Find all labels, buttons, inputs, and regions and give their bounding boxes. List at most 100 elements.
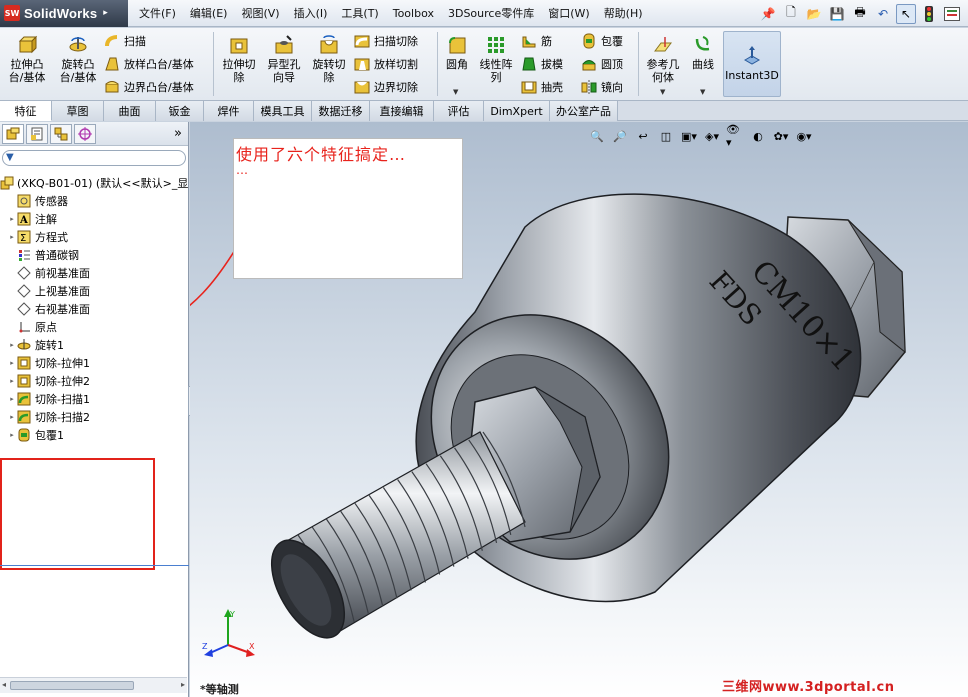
apply-scene-icon[interactable]: ✿▾ (772, 128, 790, 144)
extrude-cut-button[interactable]: 拉伸切 除 (218, 34, 260, 84)
tree-item[interactable]: 上视基准面 (0, 282, 189, 300)
draft-button[interactable]: 拔模 (521, 55, 563, 73)
display-style-icon[interactable]: ◈▾ (703, 128, 721, 144)
expand-arrow-icon[interactable]: ▸ (8, 377, 16, 385)
zoom-to-area-icon[interactable]: 🔎 (611, 128, 629, 144)
hide-show-items-icon[interactable]: 👁▾ (726, 123, 744, 149)
feature-manager-tab-icon[interactable] (2, 123, 24, 144)
instant3d-button[interactable]: Instant3D (723, 31, 781, 97)
tree-item[interactable]: ▸ A 注解 (0, 210, 189, 228)
tree-item[interactable]: 传感器 (0, 192, 189, 210)
tree-item[interactable]: ▸ 切除-扫描2 (0, 408, 189, 426)
hole-wizard-button[interactable]: 异型孔 向导 (263, 34, 305, 84)
tree-item[interactable]: ▸ Σ 方程式 (0, 228, 189, 246)
fillet-button[interactable]: 圆角 (441, 34, 473, 71)
reference-geometry-button[interactable]: 参考几 何体 (642, 34, 684, 84)
tab-1[interactable]: 草图 (52, 101, 104, 121)
expand-arrow-icon[interactable]: ▸ (8, 233, 16, 241)
revolve-boss-button[interactable]: 旋转凸 台/基体 (55, 34, 101, 84)
tab-9[interactable]: DimXpert (484, 101, 550, 121)
menu-item[interactable]: 插入(I) (287, 0, 335, 27)
extrude-boss-button[interactable]: 拉伸凸 台/基体 (4, 34, 50, 84)
sweep-cut-button[interactable]: 扫描切除 (354, 32, 418, 50)
chevron-down-icon[interactable]: ▼ (700, 88, 705, 96)
rib-button[interactable]: 筋 (521, 32, 552, 50)
tree-item[interactable]: ▸ 旋转1 (0, 336, 189, 354)
graphics-area[interactable]: CM10×1 FDS 🔍 🔎 ↩ ◫ ▣▾ ◈▾ 👁▾ ◐ ✿▾ ◉▾ 使用了六… (190, 122, 968, 697)
expand-arrow-icon[interactable]: ▸ (8, 359, 16, 367)
menu-item[interactable]: 文件(F) (132, 0, 183, 27)
menu-item[interactable]: 帮助(H) (597, 0, 650, 27)
section-view-icon[interactable]: ◫ (657, 128, 675, 144)
shell-button[interactable]: 抽壳 (521, 78, 563, 96)
tree-item[interactable]: 右视基准面 (0, 300, 189, 318)
loft-cut-button[interactable]: 放样切割 (354, 55, 418, 73)
previous-view-icon[interactable]: ↩ (634, 128, 652, 144)
tab-4[interactable]: 焊件 (204, 101, 254, 121)
expand-arrow-icon[interactable]: ▸ (8, 341, 16, 349)
expand-arrow-icon[interactable]: ▸ (8, 413, 16, 421)
select-pointer-icon[interactable]: ↖ (896, 3, 916, 24)
tab-0[interactable]: 特征 (0, 101, 52, 121)
rebuild-traffic-light-icon[interactable] (919, 4, 939, 24)
open-folder-icon[interactable]: 📂 (804, 4, 824, 24)
tab-6[interactable]: 数据迁移 (312, 101, 370, 121)
property-manager-tab-icon[interactable] (26, 123, 48, 144)
menu-item[interactable]: 编辑(E) (183, 0, 235, 27)
tab-10[interactable]: 办公室产品 (550, 101, 618, 121)
view-settings-icon[interactable]: ◉▾ (795, 128, 813, 144)
boundary-boss-button[interactable]: 边界凸台/基体 (104, 78, 194, 96)
loft-boss-button[interactable]: 放样凸台/基体 (104, 55, 194, 73)
menu-item[interactable]: Toolbox (386, 0, 441, 27)
pin-icon[interactable]: 📌 (758, 4, 778, 24)
tab-2[interactable]: 曲面 (104, 101, 156, 121)
scroll-thumb[interactable] (10, 681, 134, 690)
tree-item[interactable]: ▸ 切除-扫描1 (0, 390, 189, 408)
tree-item[interactable]: ▸ 包覆1 (0, 426, 189, 444)
mirror-button[interactable]: 镜向 (581, 78, 623, 96)
menu-item[interactable]: 窗口(W) (541, 0, 596, 27)
tree-item[interactable]: 前视基准面 (0, 264, 189, 282)
filter-input[interactable]: ▼ (2, 150, 186, 166)
dimxpert-manager-tab-icon[interactable] (74, 123, 96, 144)
edit-appearance-icon[interactable]: ◐ (749, 128, 767, 144)
undo-icon[interactable]: ↶ (873, 4, 893, 24)
solidworks-logo[interactable]: SW SolidWorks ▸ (0, 0, 128, 27)
horizontal-scrollbar[interactable]: ◂ ▸ (0, 677, 187, 693)
tree-item[interactable]: 原点 (0, 318, 189, 336)
configuration-manager-tab-icon[interactable] (50, 123, 72, 144)
expand-arrow-icon[interactable]: ▸ (8, 215, 16, 223)
tab-5[interactable]: 模具工具 (254, 101, 312, 121)
tree-root[interactable]: (XKQ-B01-01) (默认<<默认>_显: (0, 174, 189, 192)
tab-3[interactable]: 钣金 (156, 101, 204, 121)
scroll-left-icon[interactable]: ◂ (2, 680, 6, 689)
new-document-icon[interactable]: 🗋 (781, 4, 801, 24)
rollback-bar[interactable] (0, 565, 189, 566)
boundary-cut-button[interactable]: 边界切除 (354, 78, 418, 96)
scroll-right-icon[interactable]: ▸ (181, 680, 185, 689)
tree-item[interactable]: 普通碳钢 (0, 246, 189, 264)
tab-8[interactable]: 评估 (434, 101, 484, 121)
options-icon[interactable] (942, 4, 962, 24)
sweep-button[interactable]: 扫描 (104, 32, 146, 50)
tree-item[interactable]: ▸ 切除-拉伸2 (0, 372, 189, 390)
chevron-down-icon[interactable]: ▼ (453, 88, 458, 96)
chevron-down-icon[interactable]: ▼ (660, 88, 665, 96)
curves-button[interactable]: 曲线 (688, 34, 718, 71)
view-orientation-icon[interactable]: ▣▾ (680, 128, 698, 144)
linear-pattern-button[interactable]: 线性阵 列 (476, 34, 516, 84)
tab-7[interactable]: 直接编辑 (370, 101, 434, 121)
zoom-to-fit-icon[interactable]: 🔍 (588, 128, 606, 144)
print-icon[interactable]: 🖶 (850, 4, 870, 24)
more-panels-icon[interactable]: » (174, 126, 182, 141)
wrap-button[interactable]: 包覆 (581, 32, 623, 50)
expand-arrow-icon[interactable]: ▸ (8, 431, 16, 439)
tree-item[interactable]: ▸ 切除-拉伸1 (0, 354, 189, 372)
menu-item[interactable]: 视图(V) (234, 0, 286, 27)
save-icon[interactable]: 💾 (827, 4, 847, 24)
expand-arrow-icon[interactable]: ▸ (8, 395, 16, 403)
menu-item[interactable]: 工具(T) (334, 0, 385, 27)
dome-button[interactable]: 圆顶 (581, 55, 623, 73)
revolve-cut-button[interactable]: 旋转切 除 (308, 34, 350, 84)
menu-item[interactable]: 3DSource零件库 (441, 0, 541, 27)
